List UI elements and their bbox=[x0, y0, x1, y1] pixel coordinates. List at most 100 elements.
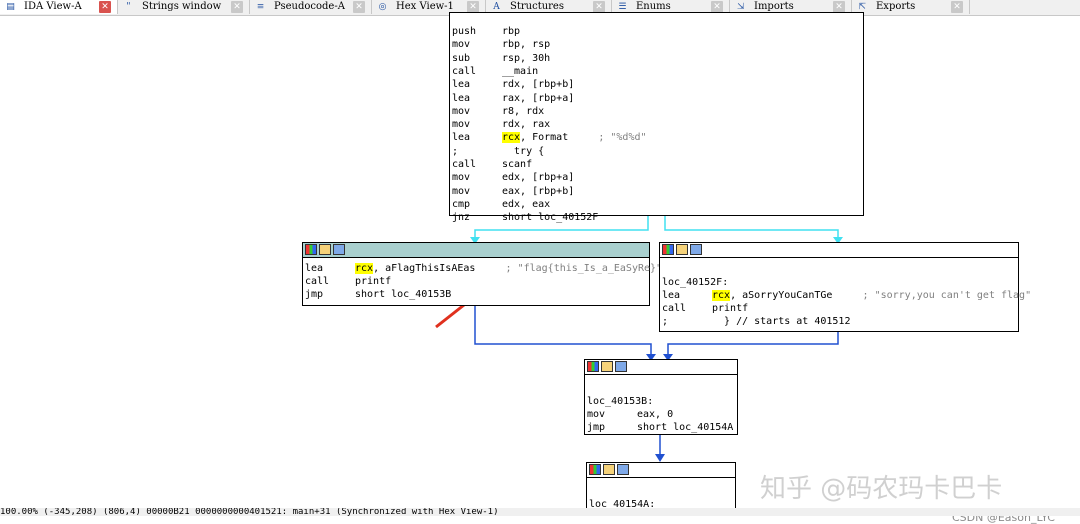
highlighted-register[interactable]: rcx bbox=[712, 290, 731, 301]
mnemonic: push bbox=[452, 26, 477, 37]
block-header bbox=[660, 243, 1018, 258]
operands: rbp, rsp bbox=[502, 39, 551, 51]
operands: rbp bbox=[502, 26, 521, 37]
operands: rdx, [rbp+b] bbox=[502, 79, 575, 91]
close-icon[interactable]: ✕ bbox=[231, 1, 243, 13]
operands: r8, rdx bbox=[502, 105, 545, 117]
operands: rcx, Format ; "%d%d" bbox=[502, 132, 647, 144]
close-icon[interactable]: ✕ bbox=[353, 1, 365, 13]
edge-loc53b-to-loc54a-arrowhead bbox=[655, 454, 665, 462]
operands: short loc_40153B bbox=[355, 289, 452, 300]
tab-exports[interactable]: ⇱ Exports ✕ bbox=[852, 0, 970, 14]
highlighted-register[interactable]: rcx bbox=[502, 132, 521, 144]
code-block-flag[interactable]: lea rcx, aFlagThisIsAEas ; "flag{this_Is_… bbox=[302, 242, 662, 306]
pseudocode-icon: ≡ bbox=[256, 2, 265, 12]
rename-icon[interactable] bbox=[603, 464, 615, 475]
rename-icon[interactable] bbox=[319, 244, 331, 255]
edge-sorry-to-loc53b bbox=[667, 332, 839, 359]
group-nodes-icon[interactable] bbox=[615, 361, 627, 372]
edge-main-to-sorry bbox=[664, 216, 839, 242]
code-label[interactable]: loc_40153B: bbox=[587, 395, 653, 408]
enums-icon: ☰ bbox=[618, 2, 627, 12]
mnemonic: jmp bbox=[305, 289, 324, 300]
block-header bbox=[585, 360, 737, 375]
operands: try { bbox=[502, 145, 545, 157]
exports-icon: ⇱ bbox=[858, 2, 867, 12]
structures-icon: A bbox=[493, 2, 500, 12]
group-nodes-icon[interactable] bbox=[690, 244, 702, 255]
operands: short loc_40154A bbox=[637, 422, 734, 433]
operands: eax, 0 bbox=[637, 409, 674, 420]
color-palette-icon[interactable] bbox=[305, 244, 317, 255]
operands: eax, [rbp+b] bbox=[502, 185, 575, 197]
document-icon: ▤ bbox=[6, 2, 15, 12]
highlighted-register[interactable]: rcx bbox=[355, 263, 374, 274]
close-icon[interactable]: ✕ bbox=[99, 1, 111, 13]
tab-label: IDA View-A bbox=[24, 1, 82, 12]
code-block-loc-40153b[interactable]: loc_40153B: mov eax, 0 jmp short loc_40154A bbox=[584, 359, 738, 435]
rename-icon[interactable] bbox=[601, 361, 613, 372]
operands: scanf bbox=[502, 159, 533, 170]
code-block-loc-40154a[interactable]: loc_40154A: bbox=[586, 462, 736, 512]
operands: edx, [rbp+a] bbox=[502, 172, 575, 184]
mnemonic: jnz bbox=[452, 212, 471, 224]
close-icon[interactable]: ✕ bbox=[951, 1, 963, 13]
edge-flag-to-loc53b bbox=[474, 306, 652, 359]
imports-icon: ⇲ bbox=[736, 2, 745, 12]
group-nodes-icon[interactable] bbox=[333, 244, 345, 255]
code-label[interactable]: loc_40152F: bbox=[662, 276, 728, 289]
operands: printf bbox=[712, 303, 749, 314]
operands: short loc_40152F bbox=[502, 212, 599, 224]
operands: rax, [rbp+a] bbox=[502, 92, 575, 104]
operands: rdx, rax bbox=[502, 119, 551, 131]
mnemonic: sub bbox=[452, 52, 471, 64]
operands: } // starts at 401512 bbox=[712, 316, 851, 327]
hex-icon: ◎ bbox=[378, 2, 387, 12]
mnemonic: mov bbox=[452, 172, 471, 184]
mnemonic: mov bbox=[452, 39, 471, 51]
operands: rcx, aSorryYouCanTGe ; "sorry,you can't … bbox=[712, 290, 1032, 301]
block-header bbox=[587, 463, 735, 478]
mnemonic: lea bbox=[452, 79, 471, 91]
mnemonic: jmp bbox=[587, 422, 606, 433]
group-nodes-icon[interactable] bbox=[617, 464, 629, 475]
comment: ; "flag{this_Is_a_EaSyRe}" bbox=[475, 263, 663, 274]
code-block-main[interactable]: push rbp mov rbp, rsp sub rsp, 30h call __mainl… bbox=[449, 12, 864, 223]
mnemonic: lea bbox=[452, 92, 471, 104]
mnemonic: cmp bbox=[452, 198, 471, 210]
strings-icon: " bbox=[126, 2, 131, 12]
operands: __main bbox=[502, 65, 539, 77]
operands: edx, eax bbox=[502, 198, 551, 210]
watermark-zhihu: 知乎 @码农玛卡巴卡 bbox=[760, 474, 1003, 504]
mnemonic: mov bbox=[587, 409, 606, 420]
comment: ; "%d%d" bbox=[568, 132, 647, 144]
comment: ; "sorry,you can't get flag" bbox=[832, 290, 1032, 301]
mnemonic: call bbox=[452, 159, 477, 170]
tab-ida-view-a[interactable]: ▤ IDA View-A ✕ bbox=[0, 0, 118, 14]
status-bar: 100.00% (-345,208) (806,4) 00000B21 0000… bbox=[0, 508, 1080, 516]
operands: rcx, aFlagThisIsAEas ; "flag{this_Is_a_E… bbox=[355, 263, 663, 274]
graph-view[interactable]: push rbp mov rbp, rsp sub rsp, 30h call __mainl… bbox=[0, 12, 1080, 524]
code-block-sorry[interactable]: loc_40152F: lea rcx, aSorryYouCanTGe ; "so… bbox=[659, 242, 1031, 332]
tab-label: Pseudocode-A bbox=[274, 1, 345, 12]
block-header bbox=[303, 243, 649, 258]
tab-pseudocode-a[interactable]: ≡ Pseudocode-A ✕ bbox=[250, 0, 372, 14]
mnemonic: lea bbox=[452, 132, 471, 144]
tab-label: Strings window bbox=[142, 1, 222, 12]
color-palette-icon[interactable] bbox=[662, 244, 674, 255]
mnemonic: mov bbox=[452, 185, 471, 197]
rename-icon[interactable] bbox=[676, 244, 688, 255]
mnemonic: lea bbox=[305, 263, 324, 274]
tab-strings-window[interactable]: " Strings window ✕ bbox=[118, 0, 250, 14]
mnemonic: ; bbox=[452, 145, 459, 157]
color-palette-icon[interactable] bbox=[589, 464, 601, 475]
operands: rsp, 30h bbox=[502, 52, 551, 64]
mnemonic: call bbox=[662, 303, 687, 314]
mnemonic: ; bbox=[662, 316, 669, 327]
tab-label: Exports bbox=[876, 1, 916, 12]
color-palette-icon[interactable] bbox=[587, 361, 599, 372]
mnemonic: mov bbox=[452, 105, 471, 117]
mnemonic: mov bbox=[452, 119, 471, 131]
tab-label: Hex View-1 bbox=[396, 1, 454, 12]
mnemonic: call bbox=[452, 65, 477, 77]
